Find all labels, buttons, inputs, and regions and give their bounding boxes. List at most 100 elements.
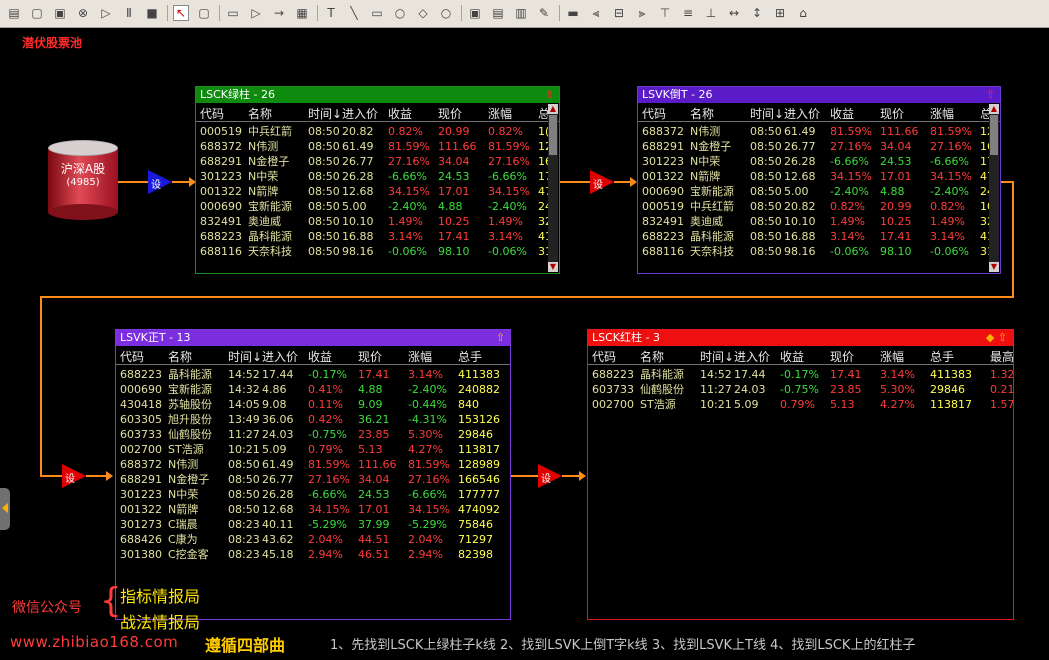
space-v-icon[interactable]: ↕ [749,5,765,21]
column-header[interactable]: 现价 [358,348,382,365]
pause-icon[interactable]: Ⅱ [121,5,137,21]
table-row[interactable]: 832491 奥迪威 08:50 10.10 1.49% 10.25 1.49% 32 [196,214,559,229]
column-header[interactable]: 代码 [200,105,224,122]
table-row[interactable]: 430418 苏轴股份 14:05 9.08 0.11% 9.09 -0.44% 840 [116,397,510,412]
up-arrow-icon[interactable]: ⇧ [986,87,995,103]
table-row[interactable]: 002700 ST浩源 10:21 5.09 0.79% 5.13 4.27% 113817 1… [588,397,1013,412]
column-header[interactable]: 进入价 [734,348,770,365]
panel-lsck-red[interactable]: LSCK红柱 - 3 ◆ ⇧ 代码 名称 时间↓ 进入价 收益 现价 涨幅 总手 最高 6882… [587,329,1014,620]
scroll-down-icon[interactable]: ▼ [989,262,999,272]
table-row[interactable]: 001322 N箭牌 08:50 12.68 34.15% 17.01 34.15% 4740… [116,502,510,517]
align-middle-icon[interactable]: ≡ [680,5,696,21]
pointer-icon[interactable]: ↖ [173,5,189,21]
table-row[interactable]: 000519 中兵红箭 08:50 20.82 0.82% 20.99 0.82% 1( [196,124,559,139]
table-row[interactable]: 000519 中兵红箭 08:50 20.82 0.82% 20.99 0.82% 10 [638,199,1000,214]
table-row[interactable]: 002700 ST浩源 10:21 5.09 0.79% 5.13 4.27% 113817 [116,442,510,457]
panel-lsvk-t[interactable]: LSVK正T - 13 ⇧ 代码 名称 时间↓ 进入价 收益 现价 涨幅 总手 688223 晶… [115,329,511,620]
column-header[interactable]: 涨幅 [488,105,512,122]
column-header[interactable]: 进入价 [262,348,298,365]
column-header[interactable]: 名称 [168,348,192,365]
align-bottom-icon[interactable]: ⊥ [703,5,719,21]
scroll-up-icon[interactable]: ▲ [989,104,999,114]
column-header[interactable]: 涨幅 [880,348,904,365]
eraser-icon[interactable]: ✎ [536,5,552,21]
column-header[interactable]: 收益 [780,348,804,365]
column-header[interactable]: 收益 [308,348,332,365]
column-header[interactable]: 收益 [388,105,412,122]
vertical-scrollbar[interactable]: ▲ ▼ [548,104,558,272]
column-header[interactable]: 代码 [592,348,616,365]
column-header[interactable]: 代码 [642,105,666,122]
table-row[interactable]: 688116 天奈科技 08:50 98.16 -0.06% 98.10 -0.06% 31 [196,244,559,259]
frame-icon[interactable]: ▣ [467,5,483,21]
text-icon[interactable]: T [323,5,339,21]
play-icon[interactable]: ▷ [98,5,114,21]
side-collapse-tab[interactable] [0,488,10,530]
column-header[interactable]: 总手 [930,348,954,365]
table-row[interactable]: 832491 奥迪威 08:50 10.10 1.49% 10.25 1.49% 32 [638,214,1000,229]
rect-select-icon[interactable]: ▢ [196,5,212,21]
ellipse-icon[interactable]: ○ [392,5,408,21]
column-header[interactable]: 代码 [120,348,144,365]
up-arrow-icon[interactable]: ⇧ [545,87,554,103]
align-top-icon[interactable]: ⊤ [657,5,673,21]
table-row[interactable]: 001322 N箭牌 08:50 12.68 34.15% 17.01 34.15% 47 [638,169,1000,184]
table-row[interactable]: 603733 仙鹤股份 11:27 24.03 -0.75% 23.85 5.30% 2984… [588,382,1013,397]
vertical-scrollbar[interactable]: ▲ ▼ [989,104,999,272]
table-row[interactable]: 688291 N金橙子 08:50 26.77 27.16% 34.04 27.16% 16 [196,154,559,169]
page-icon[interactable]: ▤ [490,5,506,21]
column-header[interactable]: 现价 [830,348,854,365]
table-row[interactable]: 688291 N金橙子 08:50 26.77 27.16% 34.04 27.16% 16 [638,139,1000,154]
column-header[interactable]: 时间↓ [308,105,342,122]
table-icon[interactable]: ▦ [294,5,310,21]
group-icon[interactable]: ⊞ [772,5,788,21]
table-row[interactable]: 688223 晶科能源 14:52 17.44 -0.17% 17.41 3.14% 4113… [116,367,510,382]
scroll-thumb[interactable] [990,115,998,155]
line-icon[interactable]: ╲ [346,5,362,21]
table-row[interactable]: 603733 仙鹤股份 11:27 24.03 -0.75% 23.85 5.30% 2984… [116,427,510,442]
open-icon[interactable]: ▢ [29,5,45,21]
minus-icon[interactable]: ▬ [565,5,581,21]
diamond-icon[interactable]: ◇ [415,5,431,21]
arrow-icon[interactable]: → [271,5,287,21]
align-right-icon[interactable]: ⫸ [634,5,650,21]
circle-icon[interactable]: ○ [438,5,454,21]
table-row[interactable]: 688372 N伟测 08:50 61.49 81.59% 111.66 81.59% 128… [116,457,510,472]
stock-pool-source[interactable]: 沪深A股 (4985) [48,140,118,220]
rect-icon[interactable]: ▭ [369,5,385,21]
table-row[interactable]: 688291 N金橙子 08:50 26.77 27.16% 34.04 27.16% 166… [116,472,510,487]
scroll-thumb[interactable] [549,115,557,155]
table-row[interactable]: 688372 N伟测 08:50 61.49 81.59% 111.66 81.59% 12 [638,124,1000,139]
page-icon[interactable]: ▤ [6,5,22,21]
column-header[interactable]: 名称 [640,348,664,365]
column-header[interactable]: 进入价 [784,105,820,122]
table-row[interactable]: 301223 N中荣 08:50 26.28 -6.66% 24.53 -6.66% 1777… [116,487,510,502]
column-header[interactable]: 收益 [830,105,854,122]
table-row[interactable]: 000690 宝新能源 14:32 4.86 0.41% 4.88 -2.40% 240882 [116,382,510,397]
run-icon[interactable]: ▷ [248,5,264,21]
column-header[interactable]: 涨幅 [930,105,954,122]
table-row[interactable]: 301380 C挖金客 08:23 45.18 2.94% 46.51 2.94% 82398 [116,547,510,562]
column-header[interactable]: 名称 [690,105,714,122]
site-link[interactable]: www.zhibiao168.com [10,633,178,651]
column-header[interactable]: 时间↓ [750,105,784,122]
column-header[interactable]: 现价 [438,105,462,122]
close-icon[interactable]: ⊗ [75,5,91,21]
panel-lsvk-inverted-t[interactable]: LSVK倒T - 26 ⇧ 代码 名称 时间↓ 进入价 收益 现价 涨幅总 688372 N伟… [637,86,1001,274]
delete-icon[interactable]: ▥ [513,5,529,21]
table-row[interactable]: 688223 晶科能源 08:50 16.88 3.14% 17.41 3.14% 41 [196,229,559,244]
column-header[interactable]: 最高 [990,348,1013,365]
table-row[interactable]: 000690 宝新能源 08:50 5.00 -2.40% 4.88 -2.40% 24 [638,184,1000,199]
table-row[interactable]: 000690 宝新能源 08:50 5.00 -2.40% 4.88 -2.40% 24 [196,199,559,214]
align-left-icon[interactable]: ⫷ [588,5,604,21]
up-arrow-icon[interactable]: ⇧ [496,330,505,346]
table-row[interactable]: 688223 晶科能源 08:50 16.88 3.14% 17.41 3.14% 41 [638,229,1000,244]
column-header[interactable]: 涨幅 [408,348,432,365]
column-header[interactable]: 名称 [248,105,272,122]
space-h-icon[interactable]: ↔ [726,5,742,21]
table-row[interactable]: 001322 N箭牌 08:50 12.68 34.15% 17.01 34.15% 47 [196,184,559,199]
table-row[interactable]: 301223 N中荣 08:50 26.28 -6.66% 24.53 -6.66% 17 [638,154,1000,169]
column-header[interactable]: 现价 [880,105,904,122]
table-row[interactable]: 688372 N伟测 08:50 61.49 81.59% 111.66 81.59% 12 [196,139,559,154]
table-row[interactable]: 688223 晶科能源 14:52 17.44 -0.17% 17.41 3.14% 4113… [588,367,1013,382]
